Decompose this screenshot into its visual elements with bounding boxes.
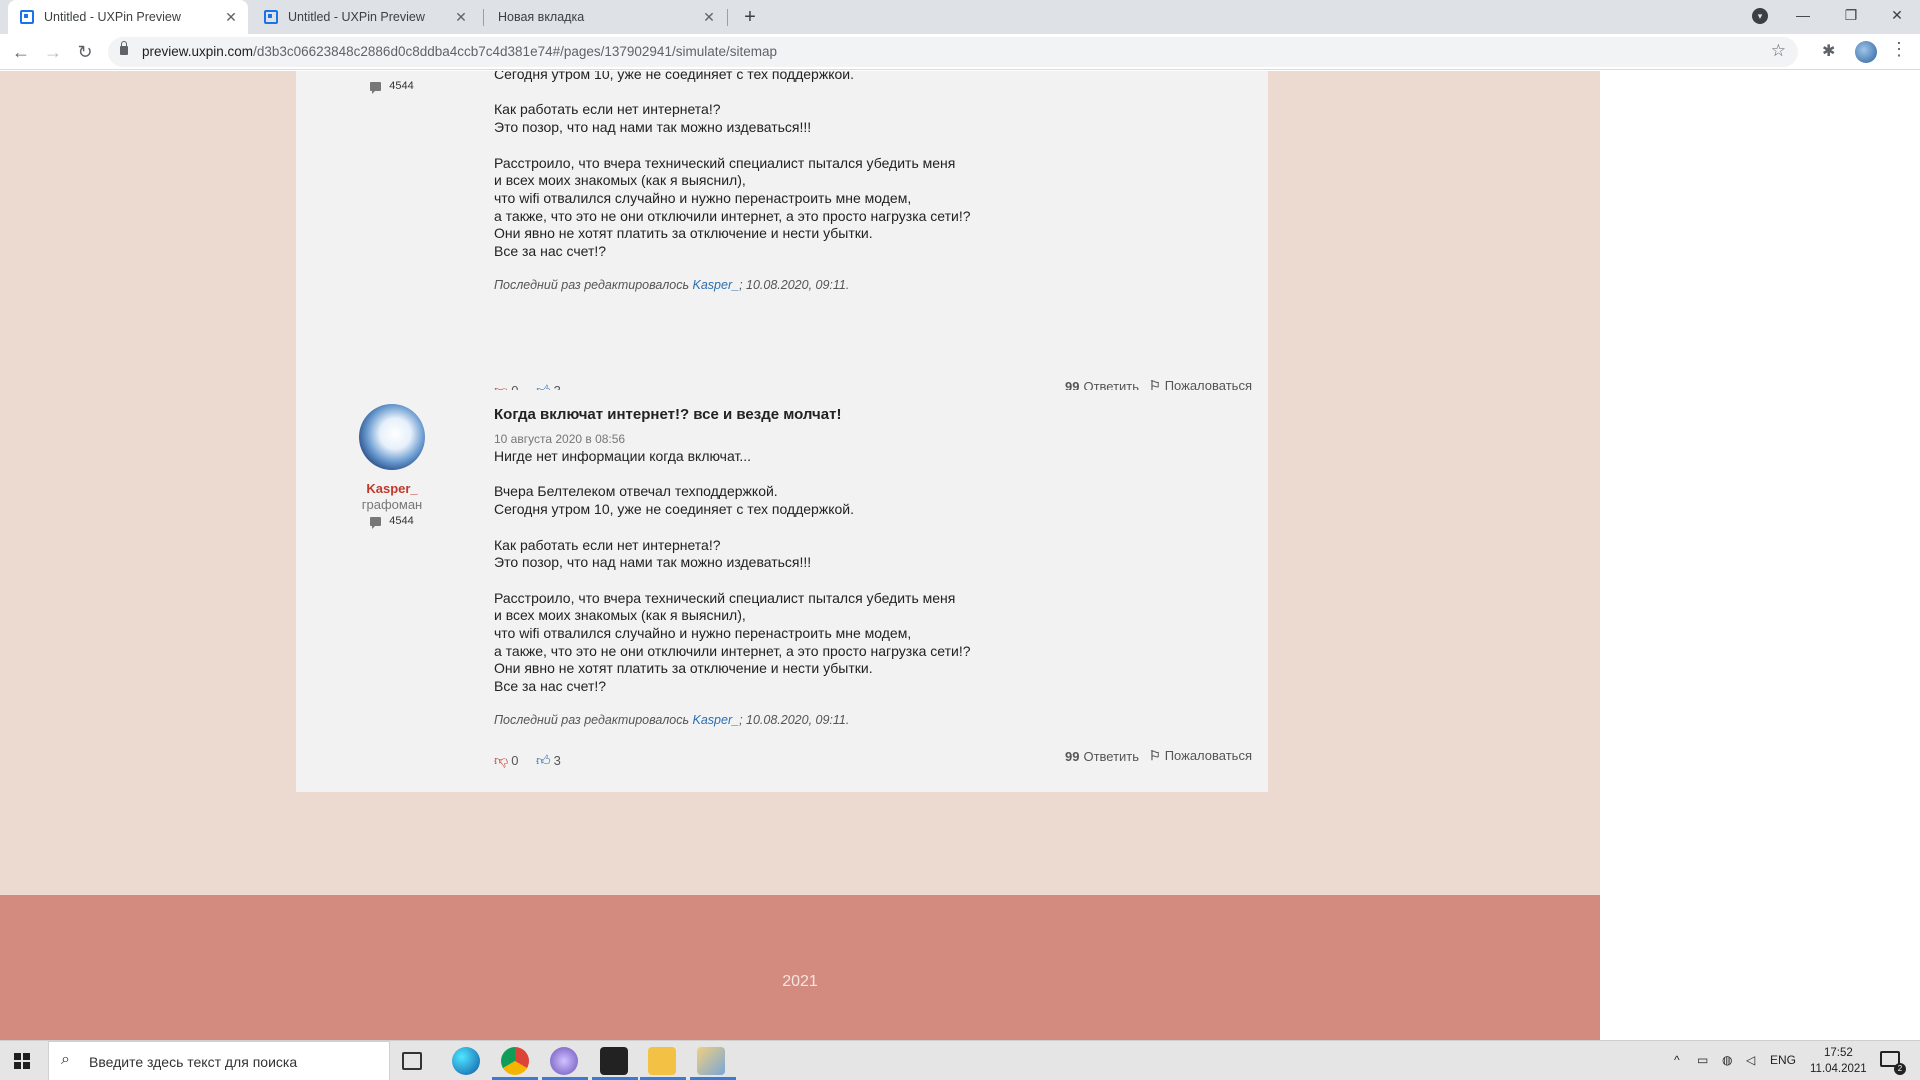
network-globe-icon[interactable]: ◍ bbox=[1722, 1053, 1732, 1067]
tab-search-icon[interactable]: ▾ bbox=[1752, 8, 1768, 24]
comment-icon bbox=[370, 516, 382, 529]
restore-button[interactable]: ❐ bbox=[1828, 0, 1874, 30]
search-icon: ⌕ bbox=[61, 1051, 70, 1068]
edited-at: ; 10.08.2020, 09:11. bbox=[739, 712, 850, 727]
page-footer: 2021 bbox=[0, 895, 1600, 1041]
browser-toolbar: ← → ↻ preview.uxpin.com/d3b3c06623848c28… bbox=[0, 34, 1920, 70]
reload-icon[interactable]: ↻ bbox=[72, 39, 98, 65]
taskbar-clock[interactable]: 17:52 11.04.2021 bbox=[1810, 1045, 1867, 1077]
tab-title: Untitled - UXPin Preview bbox=[288, 10, 425, 24]
input-language[interactable]: ENG bbox=[1770, 1053, 1796, 1067]
report-label: Пожаловаться bbox=[1164, 748, 1252, 763]
edited-prefix: Последний раз редактировалось bbox=[494, 277, 690, 292]
edited-by-link[interactable]: Kasper_ bbox=[693, 278, 740, 292]
profile-avatar[interactable] bbox=[1855, 41, 1877, 63]
tab-title: Новая вкладка bbox=[498, 10, 585, 24]
dislike-button[interactable]: 👎︎ 0 bbox=[494, 752, 518, 769]
volume-icon[interactable]: ◁ bbox=[1746, 1053, 1755, 1067]
battery-icon[interactable]: ▭ bbox=[1697, 1053, 1708, 1067]
post-count-value: 4544 bbox=[389, 515, 414, 527]
close-tab-icon[interactable]: ✕ bbox=[700, 8, 718, 26]
notification-count-badge: 2 bbox=[1894, 1063, 1906, 1075]
author-rank: графоман bbox=[361, 497, 423, 512]
lock-icon bbox=[120, 41, 128, 55]
windows-start-icon[interactable] bbox=[14, 1053, 30, 1069]
reply-button[interactable]: 99 Ответить bbox=[1065, 749, 1139, 764]
edited-by-link[interactable]: Kasper_ bbox=[693, 713, 740, 727]
reply-label: Ответить bbox=[1083, 748, 1140, 764]
windows-taskbar: ⌕ Введите здесь текст для поиска ^ ▭ ◍ ◁… bbox=[0, 1040, 1920, 1080]
post-count-value: 4544 bbox=[389, 80, 414, 92]
quote-icon: 99 bbox=[1065, 748, 1080, 764]
close-window-button[interactable]: ✕ bbox=[1874, 0, 1920, 30]
post-actions: 👎︎ 0 👍︎ 3 99Ответить ⚐Пожаловаться bbox=[494, 748, 1252, 770]
browser-tab-1[interactable]: Untitled - UXPin Preview ✕ bbox=[8, 0, 248, 34]
bookmark-star-icon[interactable]: ☆ bbox=[1771, 41, 1786, 61]
edge-icon[interactable] bbox=[452, 1047, 480, 1075]
close-tab-icon[interactable]: ✕ bbox=[452, 8, 470, 26]
tab-title: Untitled - UXPin Preview bbox=[44, 10, 181, 24]
browser-tab-2[interactable]: Untitled - UXPin Preview ✕ bbox=[252, 0, 478, 34]
thumbs-down-icon: 👎︎ bbox=[494, 752, 509, 768]
dislike-count: 0 bbox=[511, 753, 519, 768]
chrome-icon[interactable] bbox=[501, 1047, 529, 1075]
post-action-links: 99 Ответить ⚐ Пожаловаться bbox=[1065, 748, 1252, 764]
tab-separator bbox=[727, 9, 728, 26]
like-count: 3 bbox=[553, 753, 561, 768]
minimize-button[interactable]: — bbox=[1780, 0, 1826, 30]
post-content: Сегодня утром 10, уже не соединяет с тех… bbox=[494, 71, 1234, 292]
task-view-icon[interactable] bbox=[402, 1052, 422, 1070]
forum-post: 4544 Сегодня утром 10, уже не соединяет … bbox=[296, 71, 1268, 422]
like-button[interactable]: 👍︎ 3 bbox=[536, 752, 561, 769]
edited-prefix: Последний раз редактировалось bbox=[494, 712, 690, 727]
edited-note: Последний раз редактировалось Kasper_; 1… bbox=[494, 278, 1234, 292]
close-tab-icon[interactable]: ✕ bbox=[222, 8, 240, 26]
uxpin-favicon-icon bbox=[264, 10, 278, 24]
post-author: Kasper_ графоман 4544 bbox=[296, 404, 488, 529]
tab-separator bbox=[483, 9, 484, 26]
thumbs-up-icon: 👍︎ bbox=[536, 752, 551, 768]
comment-icon bbox=[370, 81, 382, 94]
browser-tab-3[interactable]: Новая вкладка ✕ bbox=[486, 0, 726, 34]
search-placeholder: Введите здесь текст для поиска bbox=[89, 1054, 298, 1070]
page-blank-area bbox=[1600, 71, 1920, 1041]
new-tab-button[interactable]: + bbox=[737, 4, 763, 30]
post-body: Как работать если нет интернета!? Это по… bbox=[494, 101, 971, 260]
show-hidden-icons-icon[interactable]: ^ bbox=[1674, 1053, 1680, 1067]
tor-browser-icon[interactable] bbox=[550, 1047, 578, 1075]
flag-icon: ⚐ bbox=[1149, 748, 1161, 763]
url-path: /d3b3c06623848c2886d0c8ddba4ccb7c4d381e7… bbox=[253, 44, 777, 59]
post-title: Когда включат интернет!? все и везде мол… bbox=[494, 406, 842, 423]
clock-date: 11.04.2021 bbox=[1810, 1063, 1867, 1075]
clock-time: 17:52 bbox=[1823, 1047, 1853, 1059]
page-viewport: 4544 Сегодня утром 10, уже не соединяет … bbox=[0, 71, 1600, 1041]
post-count: 4544 bbox=[296, 515, 488, 529]
post-body: Нигде нет информации когда включат... Вч… bbox=[494, 448, 971, 695]
post-date: 10 августа 2020 в 08:56 bbox=[494, 432, 626, 446]
forum-post: Kasper_ графоман 4544 Когда включат инте… bbox=[296, 390, 1268, 792]
extensions-icon[interactable]: ✱ bbox=[1822, 41, 1835, 61]
uxpin-favicon-icon bbox=[20, 10, 34, 24]
avatar[interactable] bbox=[359, 404, 425, 470]
edited-at: ; 10.08.2020, 09:11. bbox=[739, 277, 850, 292]
author-name[interactable]: Kasper_ bbox=[296, 481, 488, 496]
file-explorer-icon[interactable] bbox=[648, 1047, 676, 1075]
edited-note: Последний раз редактировалось Kasper_; 1… bbox=[494, 713, 1234, 727]
url-host: preview.uxpin.com bbox=[142, 44, 254, 59]
footer-year: 2021 bbox=[782, 973, 818, 990]
browser-menu-icon[interactable]: ⋮ bbox=[1890, 39, 1908, 60]
post-content: Когда включат интернет!? все и везде мол… bbox=[494, 390, 1234, 727]
post-author: 4544 bbox=[296, 77, 488, 94]
terminal-app-icon[interactable] bbox=[600, 1047, 628, 1075]
back-icon[interactable]: ← bbox=[8, 39, 34, 65]
paint-app-icon[interactable] bbox=[697, 1047, 725, 1075]
post-count: 4544 bbox=[296, 80, 488, 94]
address-bar[interactable]: preview.uxpin.com/d3b3c06623848c2886d0c8… bbox=[108, 37, 1798, 67]
forward-icon[interactable]: → bbox=[40, 39, 66, 65]
report-button[interactable]: ⚐ Пожаловаться bbox=[1149, 748, 1252, 764]
url-text[interactable]: preview.uxpin.com/d3b3c06623848c2886d0c8… bbox=[142, 44, 777, 59]
post-body-partial: Сегодня утром 10, уже не соединяет с тех… bbox=[494, 71, 854, 82]
taskbar-search-input[interactable]: ⌕ Введите здесь текст для поиска bbox=[48, 1041, 390, 1080]
browser-tab-strip: Untitled - UXPin Preview ✕ Untitled - UX… bbox=[0, 0, 1920, 34]
